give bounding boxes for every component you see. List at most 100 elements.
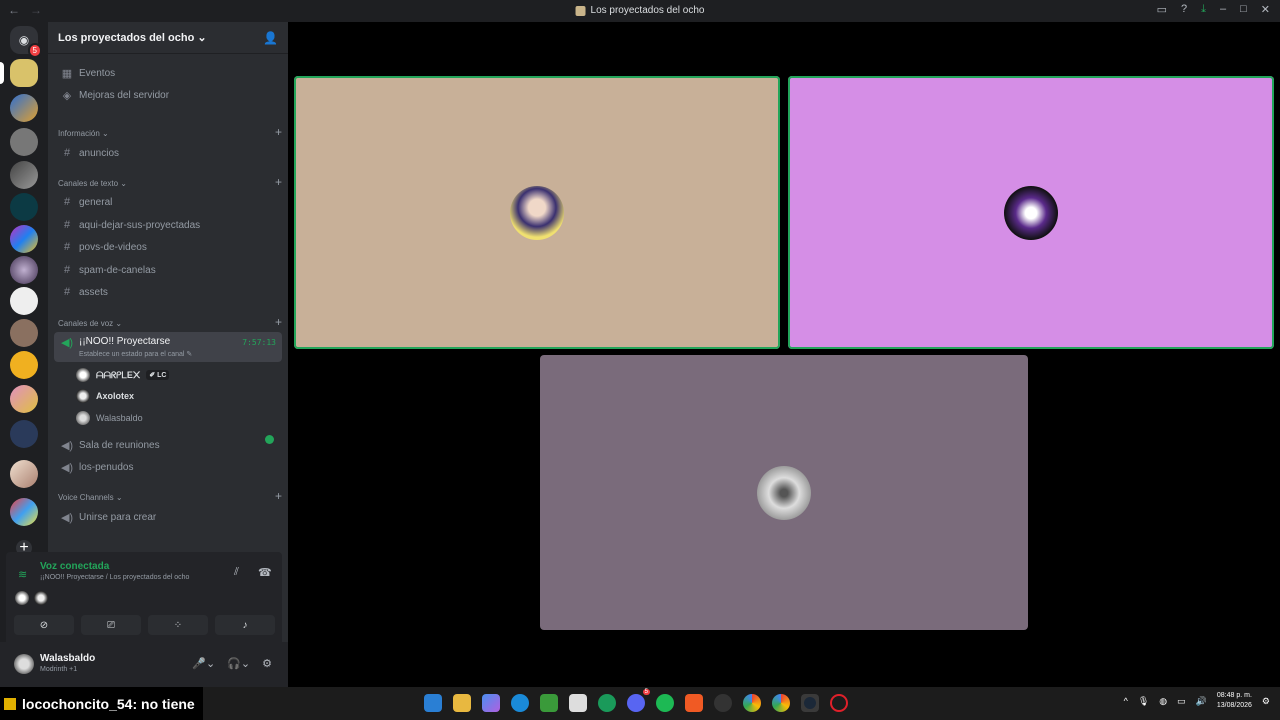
modrinth-icon[interactable] [598,694,616,712]
add-channel-icon[interactable]: + [275,175,282,189]
network-icon[interactable]: ▭ [1177,696,1186,707]
server-icon[interactable] [10,94,38,122]
server-icon[interactable] [10,161,38,189]
avatar[interactable] [15,591,29,605]
channel-spam[interactable]: # spam-de-canelas [54,259,282,281]
voice-user[interactable]: Walasbaldo [76,409,143,427]
server-icon[interactable] [10,460,38,488]
add-channel-icon[interactable]: + [275,125,282,139]
noise-suppression-icon[interactable]: ⫽ [234,566,239,579]
server-icon[interactable] [10,498,38,526]
hash-icon: # [63,286,71,298]
server-icon[interactable] [10,193,38,221]
voice-user-name: Walasbaldo [96,413,143,423]
channel-general[interactable]: # general [54,191,282,213]
category-label: Voice Channels [58,493,114,502]
add-member-icon[interactable]: 👤 [263,31,278,45]
voice-channel-unirse[interactable]: ◀) Unirse para crear [54,506,282,528]
voice-user[interactable]: Axolotex [76,387,134,405]
inbox-icon[interactable]: ▭ [1157,3,1167,16]
add-channel-icon[interactable]: + [275,489,282,503]
close-button[interactable]: ✕ [1261,3,1270,16]
taskbar: locochoncito_54 : no tiene 5 ^ 🎙 ◍ ▭ 🔊 0… [0,687,1280,720]
category-info[interactable]: Información ⌄ + [58,125,282,139]
voice-channel-penudos[interactable]: ◀) los-penudos [54,456,282,478]
boosts-item[interactable]: ◈ Mejoras del servidor [54,84,282,106]
windows-start-icon[interactable] [424,694,442,712]
avatar[interactable] [14,654,34,674]
back-arrow-icon[interactable]: ← [8,3,20,17]
server-header[interactable]: Los proyectados del ocho ⌄ 👤 [48,22,288,54]
disconnect-icon[interactable]: ☎ [258,566,272,579]
window-controls: ▭ ? ⤓ – □ ✕ [1157,3,1270,16]
category-voice[interactable]: Canales de voz ⌄ + [58,315,282,329]
chrome-icon[interactable] [743,694,761,712]
screen-share-button[interactable]: ⎚ [81,615,141,635]
volume-icon[interactable]: 🔊 [1196,696,1207,707]
channel-status[interactable]: Establece un estado para el canal ✎ [79,350,192,358]
server-icon[interactable] [10,319,38,347]
help-icon[interactable]: ? [1181,3,1187,16]
server-name: Los proyectados del ocho [58,32,195,44]
server-icon-active[interactable] [10,59,38,87]
participant-tile[interactable] [788,76,1274,349]
notification-icon[interactable]: ⚙ [1262,696,1270,707]
server-icon[interactable] [10,420,38,448]
maximize-button[interactable]: □ [1240,3,1247,16]
microphone-icon[interactable]: 🎤⌄ [192,657,215,670]
add-channel-icon[interactable]: + [275,315,282,329]
minimize-button[interactable]: – [1220,3,1226,16]
activities-button[interactable]: ⁘ [148,615,208,635]
steam-icon[interactable] [801,694,819,712]
download-icon[interactable]: ⤓ [1201,3,1206,16]
voice-channel-active[interactable]: ◀) ¡¡NOO!! Proyectarse 7:57:13 Establece… [54,332,282,362]
mic-tray-icon[interactable]: 🎙 [1138,696,1149,707]
forward-arrow-icon[interactable]: → [30,3,42,17]
channel-anuncios[interactable]: # anuncios [54,142,282,164]
participant-tile[interactable] [294,76,780,349]
brave-icon[interactable] [685,694,703,712]
vpn-icon[interactable]: ◍ [1159,696,1167,707]
hash-icon: # [63,264,71,276]
category-voice-channels[interactable]: Voice Channels ⌄ + [58,489,282,503]
channel-povs[interactable]: # povs-de-videos [54,236,282,258]
window-title-text: Los proyectados del ocho [590,5,705,16]
participant-tile[interactable] [540,355,1028,630]
voice-user[interactable]: ᗩᗩᖇᑭᒪE᙭ ✐ LC [76,366,170,384]
minecraft-icon[interactable] [540,694,558,712]
camera-off-button[interactable]: ⊘ [14,615,74,635]
clock[interactable]: 08:48 p. m. 13/08/2026 [1217,691,1252,711]
channel-assets[interactable]: # assets [54,281,282,303]
soundboard-button[interactable]: ♪ [215,615,275,635]
spotify-icon[interactable] [656,694,674,712]
edge-icon[interactable] [511,694,529,712]
server-icon[interactable] [10,225,38,253]
file-explorer-icon[interactable] [453,694,471,712]
category-text[interactable]: Canales de texto ⌄ + [58,175,282,189]
chevron-up-icon[interactable]: ^ [1124,696,1128,706]
server-icon[interactable] [10,128,38,156]
server-icon[interactable] [10,256,38,284]
chrome-icon[interactable] [772,694,790,712]
server-icon[interactable] [10,385,38,413]
server-icon[interactable] [10,351,38,379]
discord-icon[interactable]: 5 [627,689,650,712]
channel-label: assets [79,286,108,298]
hash-icon: # [63,196,71,208]
opera-icon[interactable] [830,694,848,712]
copilot-icon[interactable] [482,694,500,712]
store-icon[interactable] [569,694,587,712]
channel-aqui[interactable]: # aqui-dejar-sus-proyectadas [54,214,282,236]
discord-home-icon[interactable]: ◉ 5 [10,26,42,58]
server-icon[interactable] [10,287,38,315]
events-item[interactable]: ▦ Eventos [54,62,282,84]
obs-icon[interactable] [714,694,732,712]
voice-channel-sala[interactable]: ◀) Sala de reuniones [54,434,282,456]
avatar[interactable] [34,591,48,605]
voice-connected-title[interactable]: Voz conectada [40,561,109,572]
window-titlebar: ← → Los proyectados del ocho ▭ ? ⤓ – □ ✕ [0,0,1280,22]
headphones-icon[interactable]: 🎧⌄ [227,657,250,670]
voice-connected-panel: ≋ Voz conectada ¡¡NOO!! Proyectarse / Lo… [6,552,282,642]
gear-icon[interactable]: ⚙ [262,657,272,670]
chevron-down-icon: ⌄ [197,32,207,44]
